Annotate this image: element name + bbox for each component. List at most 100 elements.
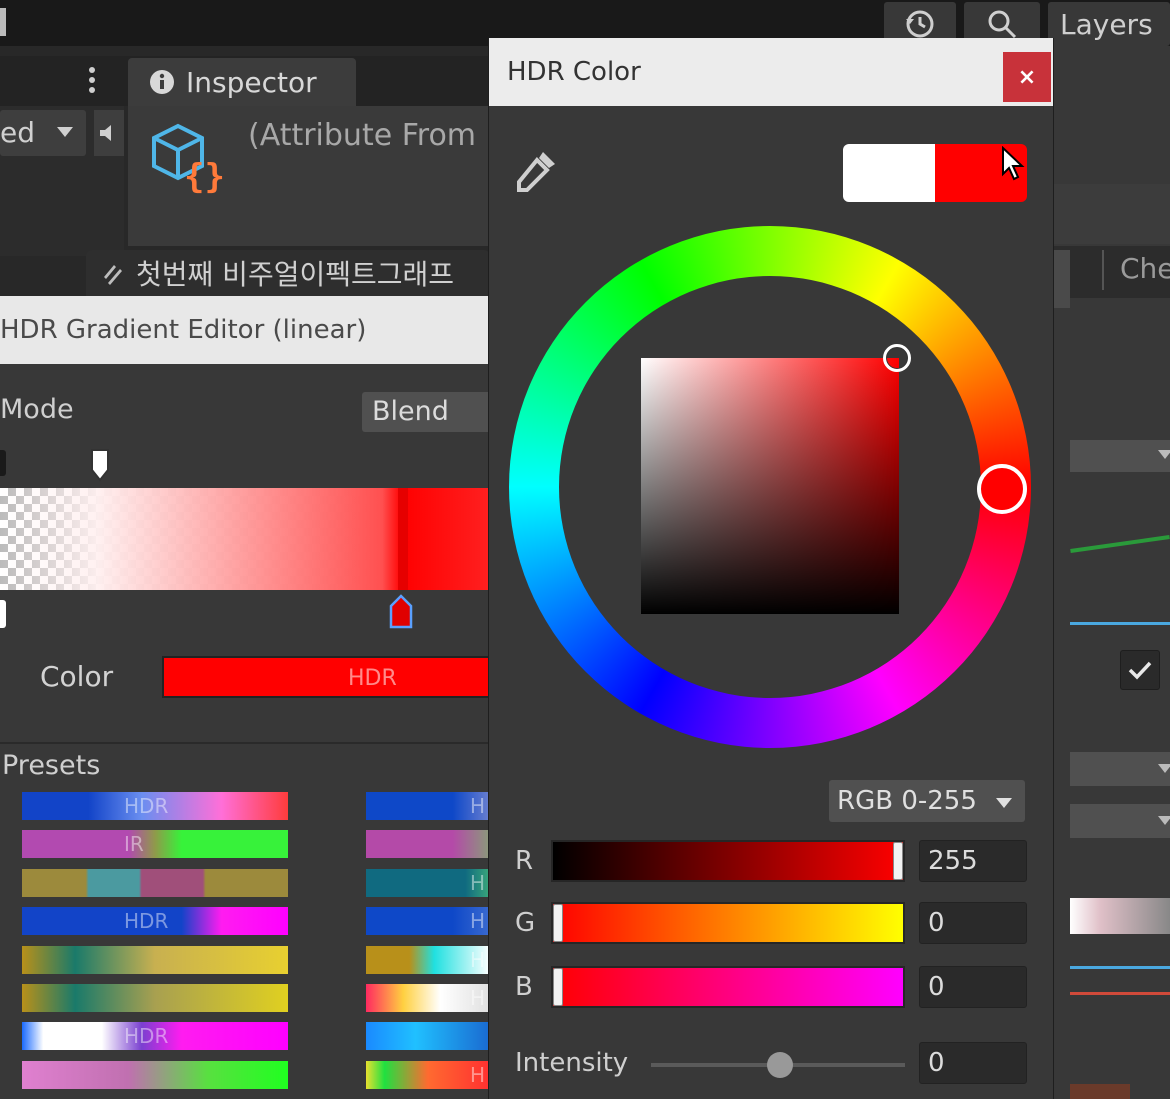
- previous-color-swatch[interactable]: [843, 144, 937, 202]
- red-separator-line: [1070, 992, 1170, 995]
- more-options-icon[interactable]: [82, 64, 102, 102]
- channel-slider-handle[interactable]: [553, 904, 563, 942]
- right-panel-gradient-field[interactable]: [1070, 898, 1170, 934]
- right-panel-swatch: [1070, 1084, 1130, 1099]
- gradient-preset-label: H: [470, 870, 486, 895]
- right-panel-tab-separator: [1102, 250, 1104, 290]
- hdr-color-picker-window: HDR Color × RGB 0-255 R 255 G 0 B 0 Intensity: [488, 38, 1054, 1099]
- intensity-label: Intensity: [515, 1048, 629, 1078]
- intensity-value-field[interactable]: 0: [919, 1042, 1027, 1084]
- search-icon: [988, 10, 1017, 39]
- channel-slider-handle[interactable]: [553, 968, 563, 1006]
- gradient-preset[interactable]: [22, 1060, 288, 1089]
- tab-inspector-label: Inspector: [186, 65, 317, 99]
- gradient-preset[interactable]: [366, 1022, 490, 1051]
- mode-dropdown[interactable]: Blend: [362, 392, 490, 432]
- channel-value-field[interactable]: 0: [919, 966, 1027, 1008]
- blue-separator-line: [1070, 622, 1170, 625]
- checkmark-icon: [1128, 661, 1152, 680]
- color-key-marker-selected[interactable]: [388, 594, 414, 630]
- gradient-preset[interactable]: [22, 945, 288, 974]
- gradient-editor-title: HDR Gradient Editor (linear): [0, 296, 490, 364]
- left-dropdown-text: ed: [0, 116, 35, 149]
- gradient-preset-label: HDR: [124, 909, 169, 934]
- color-field[interactable]: [162, 656, 490, 698]
- color-key-marker[interactable]: [0, 600, 6, 628]
- right-panel-checkbox[interactable]: [1120, 650, 1160, 690]
- intensity-slider-thumb[interactable]: [767, 1052, 793, 1078]
- right-panel-tab-label[interactable]: Che: [1120, 252, 1170, 285]
- channel-value-field[interactable]: 255: [919, 840, 1027, 882]
- close-icon: ×: [1017, 64, 1037, 90]
- gradient-preset[interactable]: [22, 868, 288, 897]
- right-panel-tab-edge: [1052, 250, 1070, 308]
- chevron-down-icon: [57, 127, 73, 137]
- channel-label: B: [515, 972, 533, 1002]
- presets-label: Presets: [2, 750, 101, 781]
- right-panel-dropdown[interactable]: [1070, 804, 1170, 838]
- gradient-preset-label: H: [470, 947, 486, 972]
- right-panel-dropdown[interactable]: [1070, 752, 1170, 786]
- gradient-preview-bar[interactable]: [0, 488, 490, 590]
- chevron-down-icon: [995, 794, 1013, 813]
- vfx-graph-icon: [104, 265, 122, 285]
- mouse-cursor-icon: [1002, 146, 1025, 181]
- gradient-key-line: [398, 488, 408, 590]
- saturation-value-handle[interactable]: [883, 344, 911, 372]
- unity-editor-window: Layers Inspector ed {} (Attribute From 첫…: [0, 0, 1170, 1099]
- hue-handle[interactable]: [977, 464, 1027, 514]
- gradient-preset-label: HDR: [124, 1024, 169, 1049]
- gradient-preset-label: H: [470, 986, 486, 1010]
- right-panel-dropdown[interactable]: [1070, 440, 1170, 472]
- right-panel-header: [1052, 184, 1170, 244]
- eyedropper-button[interactable]: [513, 148, 559, 198]
- gradient-preset-label: IR: [124, 832, 144, 857]
- chevron-down-icon: [1158, 764, 1170, 773]
- picker-title: HDR Color: [489, 38, 1053, 106]
- channel-label: G: [515, 908, 536, 938]
- close-button[interactable]: ×: [1003, 52, 1051, 102]
- history-icon: [906, 10, 934, 38]
- tab-visual-effect-graph[interactable]: 첫번째 비주얼이펙트그래프: [86, 250, 490, 296]
- gradient-preset-label: H: [470, 794, 486, 818]
- right-panel-tabstrip: Che: [1052, 246, 1170, 308]
- tab-inspector[interactable]: Inspector: [128, 58, 356, 106]
- color-label: Color: [40, 660, 114, 693]
- channel-slider[interactable]: [551, 840, 905, 882]
- audio-toggle-button[interactable]: [94, 110, 124, 156]
- visual-effect-asset-icon: {}: [152, 123, 224, 194]
- layers-label: Layers: [1060, 7, 1153, 41]
- layers-dropdown[interactable]: Layers: [1048, 2, 1170, 46]
- color-hdr-badge: HDR: [348, 666, 397, 691]
- channel-slider[interactable]: [551, 902, 905, 944]
- channel-slider-handle[interactable]: [893, 842, 903, 880]
- saturation-value-square[interactable]: [641, 358, 899, 614]
- gradient-preset[interactable]: [22, 984, 288, 1012]
- gradient-preset-label: HDR: [124, 794, 169, 818]
- hdr-gradient-editor-window: HDR Gradient Editor (linear) Mode Blend …: [0, 296, 490, 1099]
- alpha-key-marker[interactable]: [0, 450, 6, 476]
- gradient-preset-label: H: [470, 909, 486, 934]
- blue-separator-line: [1070, 966, 1170, 969]
- left-dropdown[interactable]: ed: [0, 110, 86, 156]
- gradient-preset-label: H: [470, 1062, 486, 1087]
- info-icon: [150, 70, 174, 94]
- svg-text:{}: {}: [184, 157, 224, 194]
- tab-visual-effect-graph-label: 첫번째 비주얼이펙트그래프: [136, 258, 455, 291]
- chevron-down-icon: [1158, 450, 1170, 459]
- gradient-preset[interactable]: [366, 830, 490, 859]
- chevron-down-icon: [1158, 816, 1170, 825]
- left-panel: ed: [0, 106, 124, 256]
- gradient-preset[interactable]: [22, 830, 288, 859]
- eyedropper-icon: [517, 152, 555, 192]
- right-background-panel: Che: [1052, 46, 1170, 1099]
- presets-divider: [0, 742, 490, 744]
- curve-preview-line: [1070, 535, 1170, 553]
- mode-label: Mode: [0, 394, 74, 425]
- channel-slider[interactable]: [551, 966, 905, 1008]
- alpha-key-marker[interactable]: [90, 448, 110, 482]
- color-mode-dropdown-label: RGB 0-255: [837, 786, 977, 816]
- channel-value-field[interactable]: 0: [919, 902, 1027, 944]
- toolbar-edge-marker: [0, 8, 6, 36]
- attribute-text: (Attribute From: [248, 118, 477, 153]
